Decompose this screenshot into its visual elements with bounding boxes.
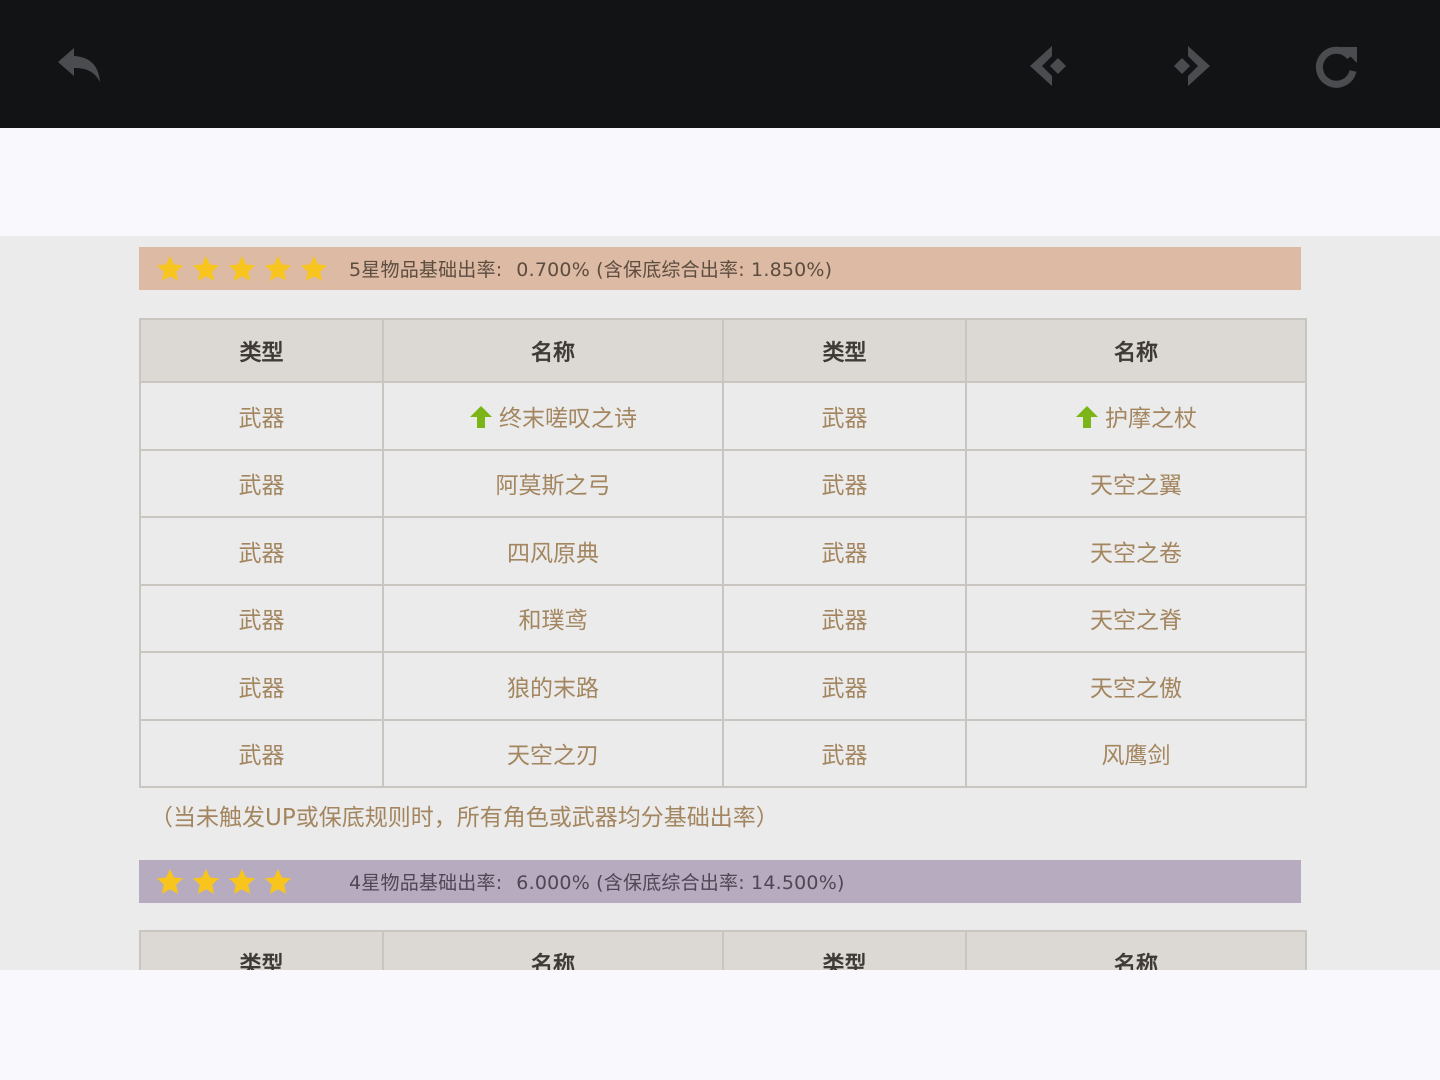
item-name-cell: 狼的末路 <box>382 651 724 721</box>
table-header-row: 类型 名称 类型 名称 <box>139 930 1307 970</box>
item-name-label: 天空之脊 <box>1090 608 1182 635</box>
five-star-rate-banner: 5星物品基础出率: 0.700% (含保底综合出率: 1.850%) <box>139 247 1301 290</box>
item-type-cell: 武器 <box>722 583 967 653</box>
item-name-cell: 护摩之杖 <box>965 381 1307 451</box>
star-icon <box>192 255 220 281</box>
page-top-spacer <box>0 128 1440 236</box>
header-type: 类型 <box>139 318 384 383</box>
five-star-rating <box>139 254 349 284</box>
four-star-rate-label: 4星物品基础出率: <box>349 872 503 894</box>
item-type-cell: 武器 <box>139 381 384 451</box>
up-arrow-icon <box>470 405 492 428</box>
item-type-label: 武器 <box>238 675 285 702</box>
item-name-cell: 天空之翼 <box>965 448 1307 518</box>
item-type-cell: 武器 <box>139 516 384 586</box>
item-name-cell: 风鹰剑 <box>965 718 1307 788</box>
table-header-row: 类型 名称 类型 名称 <box>139 318 1307 383</box>
item-name-label: 天空之卷 <box>1090 540 1182 567</box>
item-name-label: 护摩之杖 <box>1105 405 1197 432</box>
star-icon <box>228 255 256 281</box>
header-name: 名称 <box>965 318 1307 383</box>
header-name: 名称 <box>965 930 1307 970</box>
header-name: 名称 <box>382 318 724 383</box>
five-star-item-table: 类型 名称 类型 名称 武器 终末嗟叹之诗 武器 护摩之杖 武器 阿莫斯之弓 武器 天空之翼武… <box>139 318 1307 788</box>
item-name-cell: 和璞鸢 <box>382 583 724 653</box>
item-type-cell: 武器 <box>722 718 967 788</box>
base-rate-note: （当未触发UP或保底规则时，所有角色或武器均分基础出率） <box>150 805 779 831</box>
item-type-label: 武器 <box>821 405 868 432</box>
item-type-label: 武器 <box>821 473 868 500</box>
item-type-label: 武器 <box>238 540 285 567</box>
table-row: 武器 天空之刃 武器 风鹰剑 <box>139 718 1307 788</box>
table-row: 武器 阿莫斯之弓 武器 天空之翼 <box>139 448 1307 518</box>
item-type-cell: 武器 <box>722 448 967 518</box>
header-type: 类型 <box>722 930 967 970</box>
star-icon <box>228 868 256 894</box>
next-button[interactable] <box>1160 34 1224 98</box>
item-type-cell: 武器 <box>722 651 967 721</box>
item-type-cell: 武器 <box>139 651 384 721</box>
gacha-details-content[interactable]: 5星物品基础出率: 0.700% (含保底综合出率: 1.850%) 类型 名称… <box>0 236 1440 970</box>
item-name-label: 和璞鸢 <box>518 608 588 635</box>
refresh-button[interactable] <box>1304 34 1368 98</box>
item-name-label: 天空之傲 <box>1090 675 1182 702</box>
star-icon <box>264 868 292 894</box>
item-name-cell: 天空之傲 <box>965 651 1307 721</box>
four-star-item-table: 类型 名称 类型 名称 <box>139 930 1307 970</box>
star-icon <box>264 255 292 281</box>
header-type: 类型 <box>139 930 384 970</box>
four-star-rate-banner: 4星物品基础出率: 6.000% (含保底综合出率: 14.500%) <box>139 860 1301 903</box>
item-type-label: 武器 <box>238 743 285 770</box>
table-row: 武器 和璞鸢 武器 天空之脊 <box>139 583 1307 653</box>
item-type-cell: 武器 <box>139 583 384 653</box>
five-star-rate-value: 0.700% (含保底综合出率: 1.850%) <box>516 259 833 281</box>
item-name-label: 终末嗟叹之诗 <box>499 405 637 432</box>
four-star-rating <box>139 867 349 897</box>
up-arrow-icon <box>1076 405 1098 428</box>
star-icon <box>300 255 328 281</box>
table-row: 武器 四风原典 武器 天空之卷 <box>139 516 1307 586</box>
item-type-label: 武器 <box>821 675 868 702</box>
item-name-cell: 阿莫斯之弓 <box>382 448 724 518</box>
item-name-cell: 终末嗟叹之诗 <box>382 381 724 451</box>
back-button[interactable] <box>48 34 112 98</box>
star-icon <box>192 868 220 894</box>
item-name-cell: 天空之卷 <box>965 516 1307 586</box>
item-type-cell: 武器 <box>139 448 384 518</box>
item-type-label: 武器 <box>821 540 868 567</box>
item-type-cell: 武器 <box>139 718 384 788</box>
five-star-rate-label: 5星物品基础出率: <box>349 259 503 281</box>
item-name-cell: 天空之脊 <box>965 583 1307 653</box>
item-type-label: 武器 <box>238 473 285 500</box>
table-row: 武器 狼的末路 武器 天空之傲 <box>139 651 1307 721</box>
item-type-label: 武器 <box>238 608 285 635</box>
previous-page-icon <box>1022 40 1074 92</box>
header-name: 名称 <box>382 930 724 970</box>
star-icon <box>156 868 184 894</box>
star-icon <box>156 255 184 281</box>
item-type-cell: 武器 <box>722 516 967 586</box>
header-type: 类型 <box>722 318 967 383</box>
item-name-label: 阿莫斯之弓 <box>495 473 611 500</box>
previous-button[interactable] <box>1016 34 1080 98</box>
item-name-label: 四风原典 <box>507 540 599 567</box>
back-arrow-icon <box>52 38 108 94</box>
refresh-icon <box>1311 41 1361 91</box>
top-toolbar <box>0 0 1440 128</box>
item-type-cell: 武器 <box>722 381 967 451</box>
next-page-icon <box>1166 40 1218 92</box>
item-type-label: 武器 <box>821 608 868 635</box>
item-name-cell: 天空之刃 <box>382 718 724 788</box>
item-type-label: 武器 <box>238 405 285 432</box>
item-type-label: 武器 <box>821 743 868 770</box>
item-name-cell: 四风原典 <box>382 516 724 586</box>
page-bottom-spacer <box>0 970 1440 1080</box>
table-row: 武器 终末嗟叹之诗 武器 护摩之杖 <box>139 381 1307 451</box>
item-name-label: 狼的末路 <box>507 675 599 702</box>
four-star-rate-value: 6.000% (含保底综合出率: 14.500%) <box>516 872 845 894</box>
item-name-label: 风鹰剑 <box>1101 743 1171 770</box>
item-name-label: 天空之刃 <box>507 743 599 770</box>
item-name-label: 天空之翼 <box>1090 473 1182 500</box>
